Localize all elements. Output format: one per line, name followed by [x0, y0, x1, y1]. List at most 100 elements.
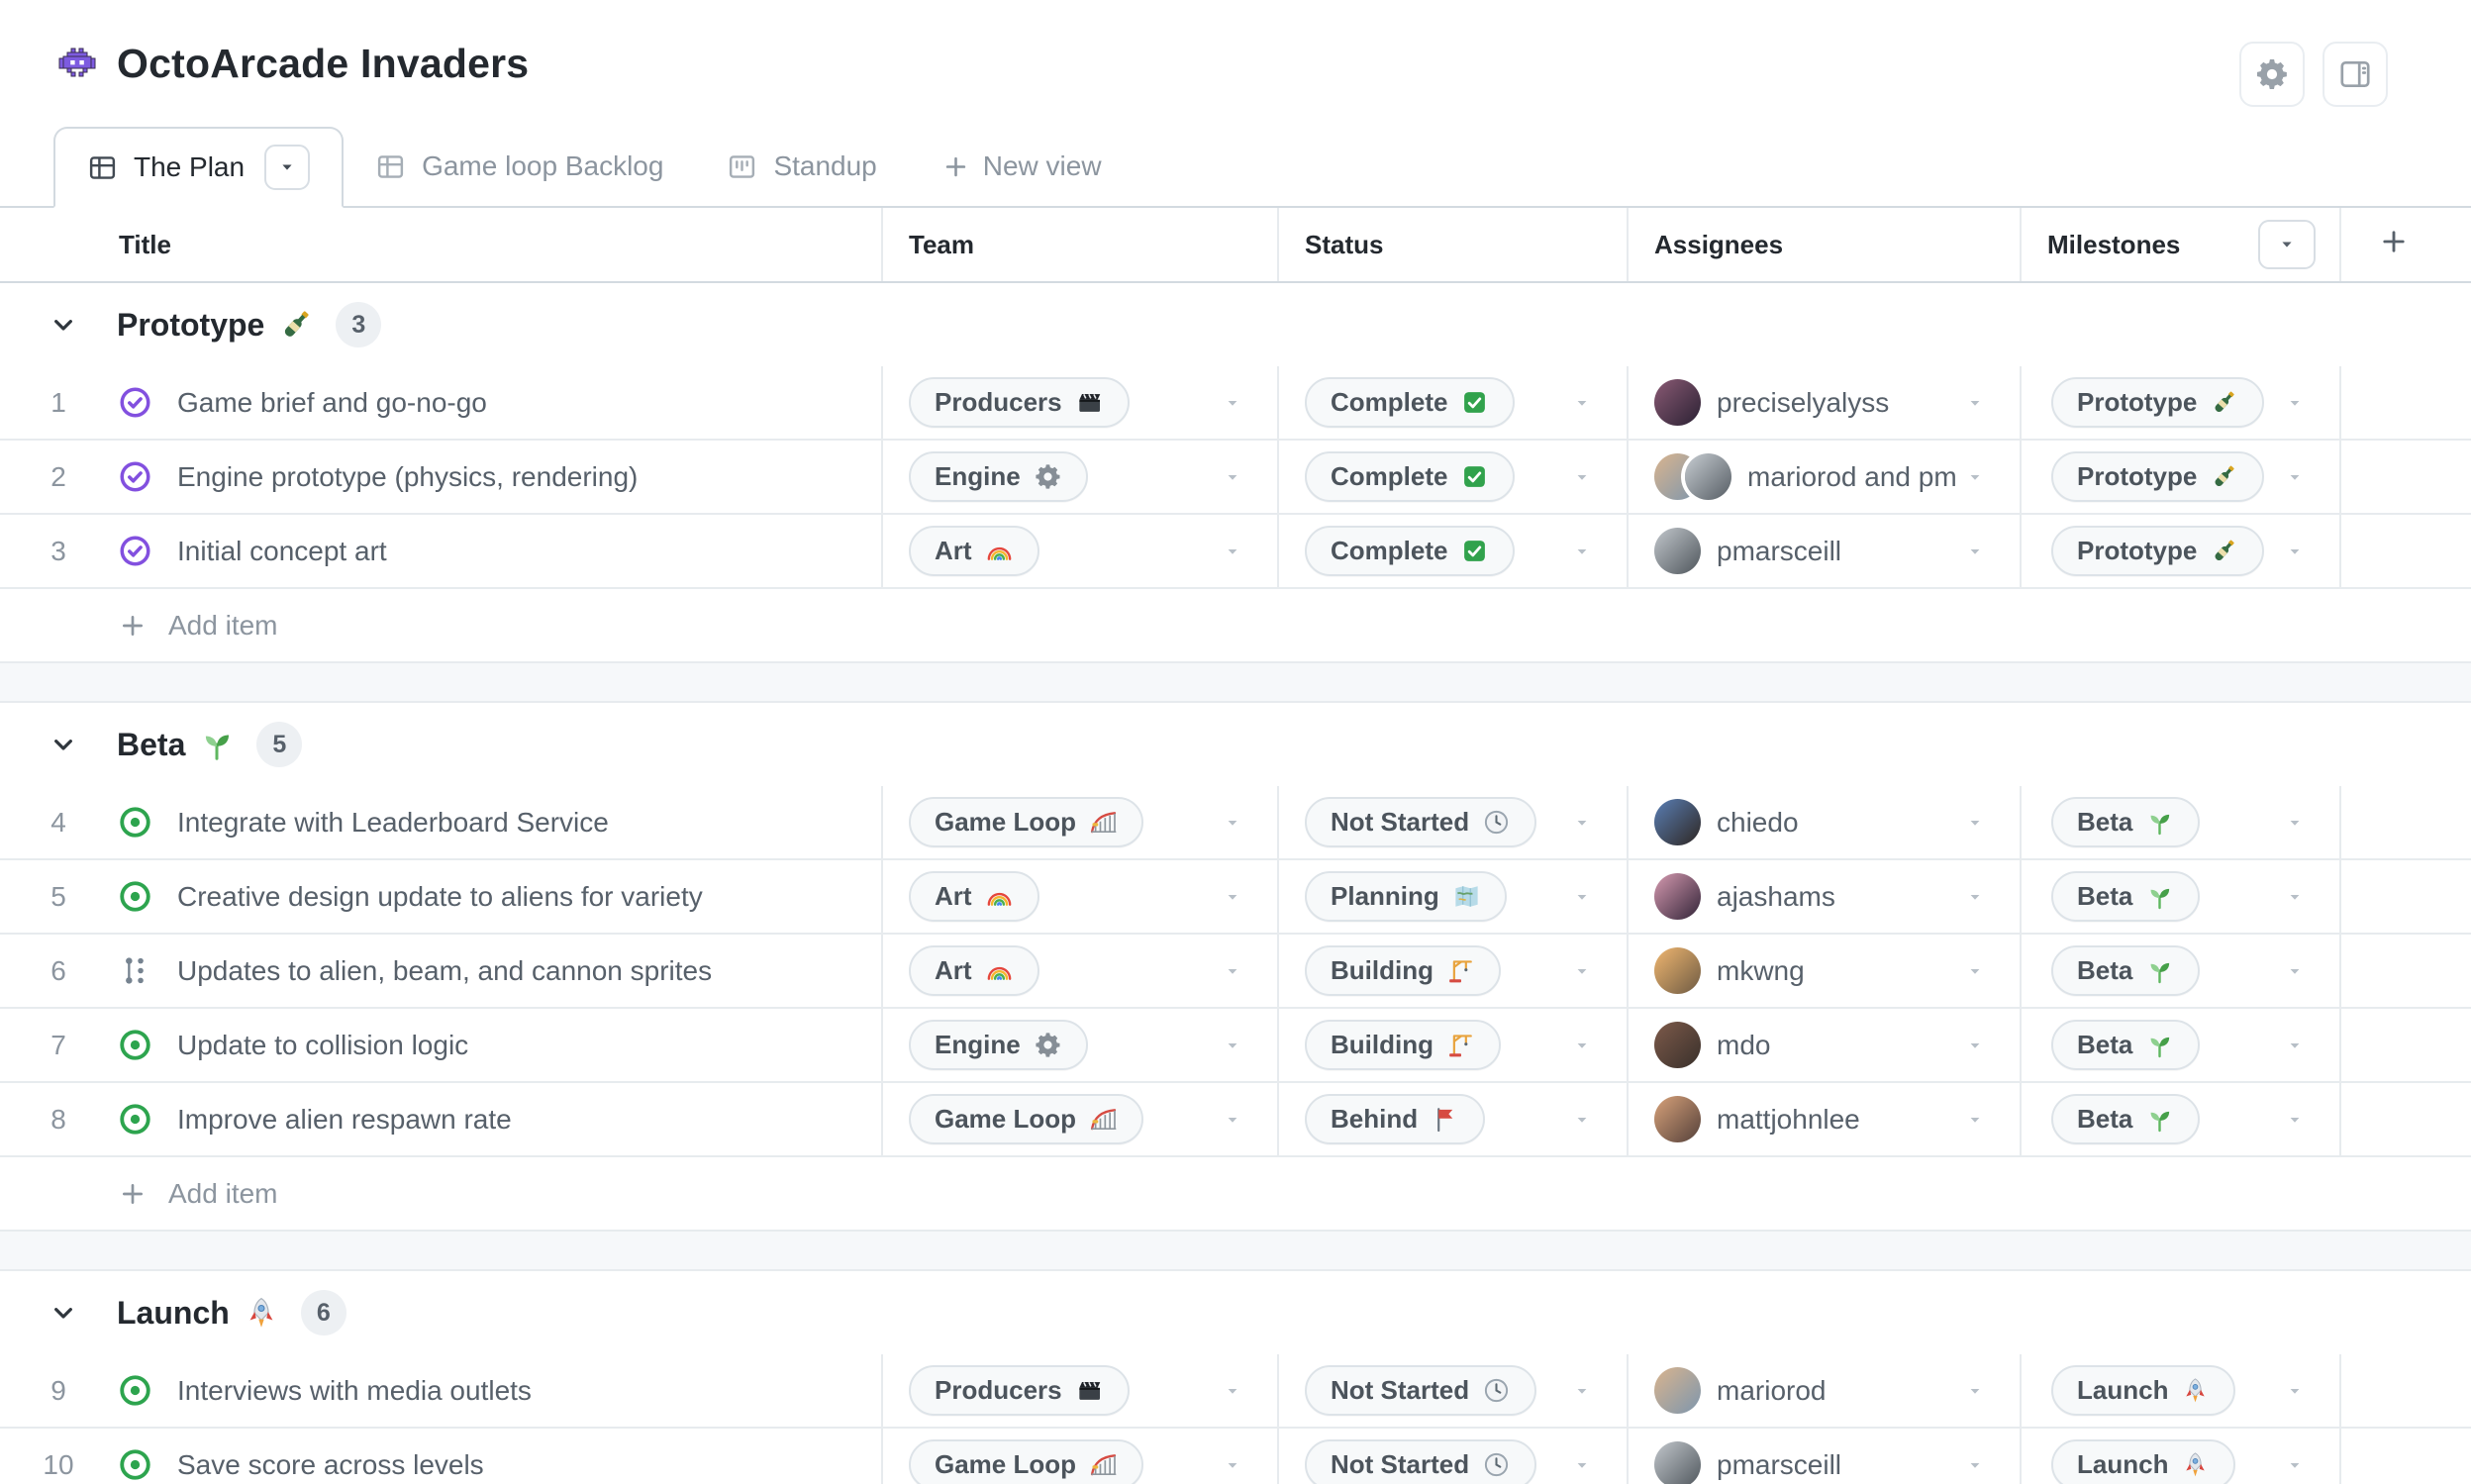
caret-down-icon[interactable]: [1571, 1380, 1593, 1402]
caret-down-icon[interactable]: [1571, 466, 1593, 488]
caret-down-icon[interactable]: [1964, 466, 1986, 488]
side-panel-button[interactable]: [2323, 42, 2388, 107]
caret-down-icon[interactable]: [2284, 960, 2306, 982]
milestone-pill[interactable]: Prototype: [2051, 526, 2265, 576]
caret-down-icon[interactable]: [1964, 960, 1986, 982]
caret-down-icon[interactable]: [1222, 1109, 1243, 1131]
settings-button[interactable]: [2239, 42, 2305, 107]
caret-down-icon[interactable]: [1571, 812, 1593, 834]
milestones-menu-button[interactable]: [2258, 220, 2316, 269]
item-title[interactable]: Integrate with Leaderboard Service: [177, 807, 609, 839]
assignees-cell[interactable]: mkwng: [1627, 935, 2020, 1007]
milestone-pill[interactable]: Launch: [2051, 1439, 2236, 1484]
team-cell[interactable]: Art: [881, 935, 1277, 1007]
team-cell[interactable]: Producers: [881, 1354, 1277, 1427]
item-title[interactable]: Improve alien respawn rate: [177, 1104, 512, 1136]
assignees-cell[interactable]: mdo: [1627, 1009, 2020, 1081]
milestone-cell[interactable]: Beta: [2020, 1083, 2339, 1155]
team-cell[interactable]: Art: [881, 860, 1277, 933]
caret-down-icon[interactable]: [1222, 1035, 1243, 1056]
team-pill[interactable]: Game Loop: [909, 1439, 1144, 1484]
caret-down-icon[interactable]: [1222, 466, 1243, 488]
assignees-cell[interactable]: ajashams: [1627, 860, 2020, 933]
item-title[interactable]: Save score across levels: [177, 1449, 484, 1481]
milestone-pill[interactable]: Beta: [2051, 797, 2201, 847]
chevron-down-icon[interactable]: [48, 729, 79, 760]
status-pill[interactable]: Building: [1305, 945, 1501, 996]
caret-down-icon[interactable]: [1571, 960, 1593, 982]
caret-down-icon[interactable]: [1964, 1454, 1986, 1476]
column-header-title[interactable]: Title: [0, 208, 881, 281]
team-cell[interactable]: Engine: [881, 441, 1277, 513]
caret-down-icon[interactable]: [2284, 392, 2306, 414]
caret-down-icon[interactable]: [2284, 1454, 2306, 1476]
caret-down-icon[interactable]: [1222, 1454, 1243, 1476]
item-title[interactable]: Creative design update to aliens for var…: [177, 881, 703, 913]
status-cell[interactable]: Building: [1277, 1009, 1627, 1081]
team-cell[interactable]: Engine: [881, 1009, 1277, 1081]
milestone-cell[interactable]: Beta: [2020, 786, 2339, 858]
milestone-pill[interactable]: Beta: [2051, 1020, 2201, 1070]
status-pill[interactable]: Not Started: [1305, 1365, 1537, 1416]
team-pill[interactable]: Engine: [909, 1020, 1088, 1070]
view-options-button[interactable]: [264, 145, 311, 190]
caret-down-icon[interactable]: [1222, 392, 1243, 414]
team-cell[interactable]: Producers: [881, 366, 1277, 439]
caret-down-icon[interactable]: [1964, 1380, 1986, 1402]
team-pill[interactable]: Producers: [909, 1365, 1130, 1416]
assignees-cell[interactable]: preciselyalyss: [1627, 366, 2020, 439]
status-pill[interactable]: Complete: [1305, 377, 1516, 428]
milestone-cell[interactable]: Prototype: [2020, 366, 2339, 439]
add-item-button[interactable]: Add item: [0, 1157, 2471, 1232]
milestone-pill[interactable]: Beta: [2051, 1094, 2201, 1144]
status-cell[interactable]: Complete: [1277, 366, 1627, 439]
status-cell[interactable]: Building: [1277, 935, 1627, 1007]
caret-down-icon[interactable]: [1964, 886, 1986, 908]
milestone-pill[interactable]: Beta: [2051, 871, 2201, 922]
status-cell[interactable]: Planning: [1277, 860, 1627, 933]
caret-down-icon[interactable]: [2284, 1035, 2306, 1056]
caret-down-icon[interactable]: [1964, 812, 1986, 834]
caret-down-icon[interactable]: [2284, 886, 2306, 908]
milestone-pill[interactable]: Prototype: [2051, 377, 2265, 428]
milestone-cell[interactable]: Launch: [2020, 1429, 2339, 1484]
item-title[interactable]: Interviews with media outlets: [177, 1375, 532, 1407]
caret-down-icon[interactable]: [1222, 1380, 1243, 1402]
milestone-pill[interactable]: Beta: [2051, 945, 2201, 996]
milestone-pill[interactable]: Launch: [2051, 1365, 2236, 1416]
caret-down-icon[interactable]: [1222, 812, 1243, 834]
milestone-cell[interactable]: Beta: [2020, 860, 2339, 933]
milestone-cell[interactable]: Beta: [2020, 1009, 2339, 1081]
team-pill[interactable]: Game Loop: [909, 797, 1144, 847]
tab-standup[interactable]: Standup: [695, 127, 908, 206]
status-pill[interactable]: Not Started: [1305, 797, 1537, 847]
column-header-team[interactable]: Team: [881, 208, 1277, 281]
milestone-cell[interactable]: Launch: [2020, 1354, 2339, 1427]
column-header-assignees[interactable]: Assignees: [1627, 208, 2020, 281]
milestone-cell[interactable]: Prototype: [2020, 515, 2339, 587]
assignees-cell[interactable]: mariorod: [1627, 1354, 2020, 1427]
status-pill[interactable]: Complete: [1305, 526, 1516, 576]
caret-down-icon[interactable]: [1571, 392, 1593, 414]
status-cell[interactable]: Not Started: [1277, 1429, 1627, 1484]
team-pill[interactable]: Producers: [909, 377, 1130, 428]
assignees-cell[interactable]: chiedo: [1627, 786, 2020, 858]
caret-down-icon[interactable]: [1222, 541, 1243, 562]
team-pill[interactable]: Engine: [909, 451, 1088, 502]
new-view-button[interactable]: New view: [909, 127, 1134, 206]
caret-down-icon[interactable]: [1571, 1035, 1593, 1056]
caret-down-icon[interactable]: [2284, 466, 2306, 488]
status-pill[interactable]: Complete: [1305, 451, 1516, 502]
team-cell[interactable]: Game Loop: [881, 1083, 1277, 1155]
caret-down-icon[interactable]: [2284, 812, 2306, 834]
team-cell[interactable]: Game Loop: [881, 786, 1277, 858]
item-title[interactable]: Update to collision logic: [177, 1030, 468, 1061]
status-cell[interactable]: Complete: [1277, 515, 1627, 587]
caret-down-icon[interactable]: [1964, 541, 1986, 562]
caret-down-icon[interactable]: [1571, 1109, 1593, 1131]
assignees-cell[interactable]: mattjohnlee: [1627, 1083, 2020, 1155]
status-pill[interactable]: Behind: [1305, 1094, 1486, 1144]
team-cell[interactable]: Game Loop: [881, 1429, 1277, 1484]
item-title[interactable]: Initial concept art: [177, 536, 387, 567]
assignees-cell[interactable]: pmarsceill: [1627, 1429, 2020, 1484]
